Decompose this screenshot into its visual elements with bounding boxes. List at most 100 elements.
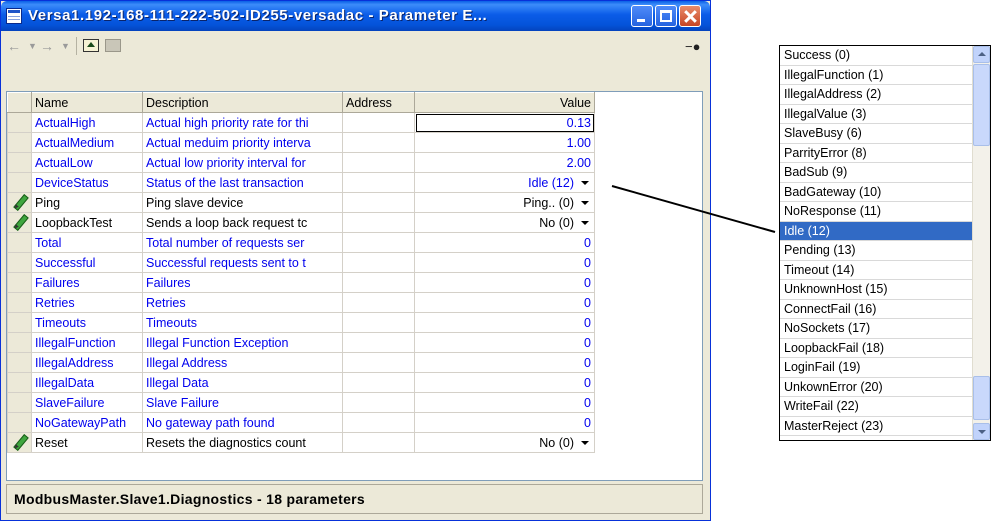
row-gutter (7, 232, 32, 253)
header-value[interactable]: Value (414, 92, 595, 113)
pin-icon[interactable]: −● (685, 39, 700, 54)
list-item[interactable]: ConnectFail (16) (780, 300, 990, 319)
table-row[interactable]: IllegalData Illegal Data 0 (7, 372, 595, 393)
table-row[interactable]: Successful Successful requests sent to t… (7, 252, 595, 273)
param-address (342, 192, 415, 213)
param-address (342, 132, 415, 153)
param-address (342, 112, 415, 133)
chevron-down-icon[interactable] (578, 196, 591, 209)
scroll-up-icon[interactable] (973, 46, 990, 63)
list-item[interactable]: IllegalAddress (2) (780, 85, 990, 105)
list-scrollbar[interactable] (972, 46, 990, 440)
list-item[interactable]: BadGateway (10) (780, 183, 990, 202)
table-row[interactable]: Timeouts Timeouts 0 (7, 312, 595, 333)
list-item[interactable]: WriteFail (22) (780, 397, 990, 417)
param-value[interactable]: 0 (414, 412, 595, 433)
up-folder-icon[interactable] (83, 39, 99, 52)
table-row[interactable]: ActualLow Actual low priority interval f… (7, 152, 595, 173)
param-value-dropdown[interactable]: Idle (12) (414, 172, 595, 193)
table-row[interactable]: ActualMedium Actual meduim priority inte… (7, 132, 595, 153)
list-item[interactable]: NoResponse (11) (780, 202, 990, 222)
param-value-dropdown[interactable]: Ping.. (0) (414, 192, 595, 213)
chevron-down-icon[interactable] (578, 436, 591, 449)
table-row[interactable]: DeviceStatus Status of the last transact… (7, 172, 595, 193)
row-gutter (7, 392, 32, 413)
param-description: Successful requests sent to t (142, 252, 343, 273)
list-item[interactable]: MasterReject (23) (780, 417, 990, 436)
back-arrow-icon[interactable]: ← (7, 38, 21, 54)
list-item[interactable]: IllegalFunction (1) (780, 66, 990, 85)
table-row[interactable]: Reset Resets the diagnostics count No (0… (7, 432, 595, 453)
table-icon (6, 8, 22, 24)
table-row[interactable]: Retries Retries 0 (7, 292, 595, 313)
table-row[interactable]: IllegalAddress Illegal Address 0 (7, 352, 595, 373)
list-item[interactable]: UnknownHost (15) (780, 280, 990, 300)
param-value[interactable]: 0.13 (414, 112, 595, 133)
list-item[interactable]: LoopbackFail (18) (780, 339, 990, 358)
param-value[interactable]: 0 (414, 312, 595, 333)
list-item[interactable]: Pending (13) (780, 241, 990, 261)
forward-arrow-icon[interactable]: → (40, 38, 54, 54)
header-name[interactable]: Name (31, 92, 143, 113)
list-item[interactable]: LoginFail (19) (780, 358, 990, 378)
table-row[interactable]: ActualHigh Actual high priority rate for… (7, 112, 595, 133)
row-gutter (7, 412, 32, 433)
param-name: IllegalFunction (31, 332, 143, 353)
table-row[interactable]: NoGatewayPath No gateway path found 0 (7, 412, 595, 433)
list-item[interactable]: BadSub (9) (780, 163, 990, 183)
table-row[interactable]: Total Total number of requests ser 0 (7, 232, 595, 253)
param-name: Total (31, 232, 143, 253)
param-value[interactable]: 0 (414, 352, 595, 373)
param-value[interactable]: 0 (414, 392, 595, 413)
folder-icon[interactable] (105, 39, 121, 52)
row-gutter (7, 132, 32, 153)
param-value[interactable]: 0 (414, 332, 595, 353)
table-row[interactable]: IllegalFunction Illegal Function Excepti… (7, 332, 595, 353)
chevron-down-icon[interactable] (578, 216, 591, 229)
device-status-list[interactable]: Success (0) IllegalFunction (1) IllegalA… (779, 45, 991, 441)
param-description: Slave Failure (142, 392, 343, 413)
list-item[interactable]: Success (0) (780, 46, 990, 66)
scrollbar-thumb[interactable] (973, 376, 990, 420)
param-value[interactable]: 0 (414, 232, 595, 253)
table-row[interactable]: LoopbackTest Sends a loop back request t… (7, 212, 595, 233)
list-item-selected[interactable]: Idle (12) (780, 221, 990, 241)
param-value[interactable]: 0 (414, 292, 595, 313)
forward-dropdown-icon[interactable]: ▼ (61, 38, 70, 54)
param-description: Total number of requests ser (142, 232, 343, 253)
param-value-dropdown[interactable]: No (0) (414, 432, 595, 453)
param-address (342, 232, 415, 253)
list-item[interactable]: ParrityError (8) (780, 144, 990, 163)
param-name: Timeouts (31, 312, 143, 333)
scroll-down-icon[interactable] (973, 423, 990, 440)
list-item[interactable]: SlaveBusy (6) (780, 124, 990, 144)
maximize-button[interactable] (655, 5, 677, 27)
table-row[interactable]: Ping Ping slave device Ping.. (0) (7, 192, 595, 213)
header-row: Name Description Address Value (7, 92, 595, 113)
param-address (342, 152, 415, 173)
list-item[interactable]: UnkownError (20) (780, 378, 990, 397)
scrollbar-thumb[interactable] (973, 64, 990, 146)
parameter-grid: Name Description Address Value ActualHig… (6, 91, 703, 481)
table-row[interactable]: SlaveFailure Slave Failure 0 (7, 392, 595, 413)
list-item[interactable]: IllegalValue (3) (780, 105, 990, 124)
header-address[interactable]: Address (342, 92, 415, 113)
param-value[interactable]: 0 (414, 252, 595, 273)
row-gutter (7, 332, 32, 353)
table-row[interactable]: Failures Failures 0 (7, 272, 595, 293)
param-value[interactable]: 0 (414, 372, 595, 393)
param-name: LoopbackTest (31, 212, 143, 233)
list-item[interactable]: NoSockets (17) (780, 319, 990, 339)
param-value-dropdown[interactable]: No (0) (414, 212, 595, 233)
back-dropdown-icon[interactable]: ▼ (28, 38, 37, 54)
param-value[interactable]: 1.00 (414, 132, 595, 153)
param-value[interactable]: 0 (414, 272, 595, 293)
param-value[interactable]: 2.00 (414, 152, 595, 173)
minimize-button[interactable] (631, 5, 653, 27)
chevron-down-icon[interactable] (578, 176, 591, 189)
close-button[interactable] (679, 5, 701, 27)
title-bar[interactable]: Versa1.192-168-111-222-502-ID255-versada… (1, 1, 710, 31)
list-item[interactable]: Timeout (14) (780, 261, 990, 280)
header-description[interactable]: Description (142, 92, 343, 113)
row-gutter (7, 432, 32, 453)
